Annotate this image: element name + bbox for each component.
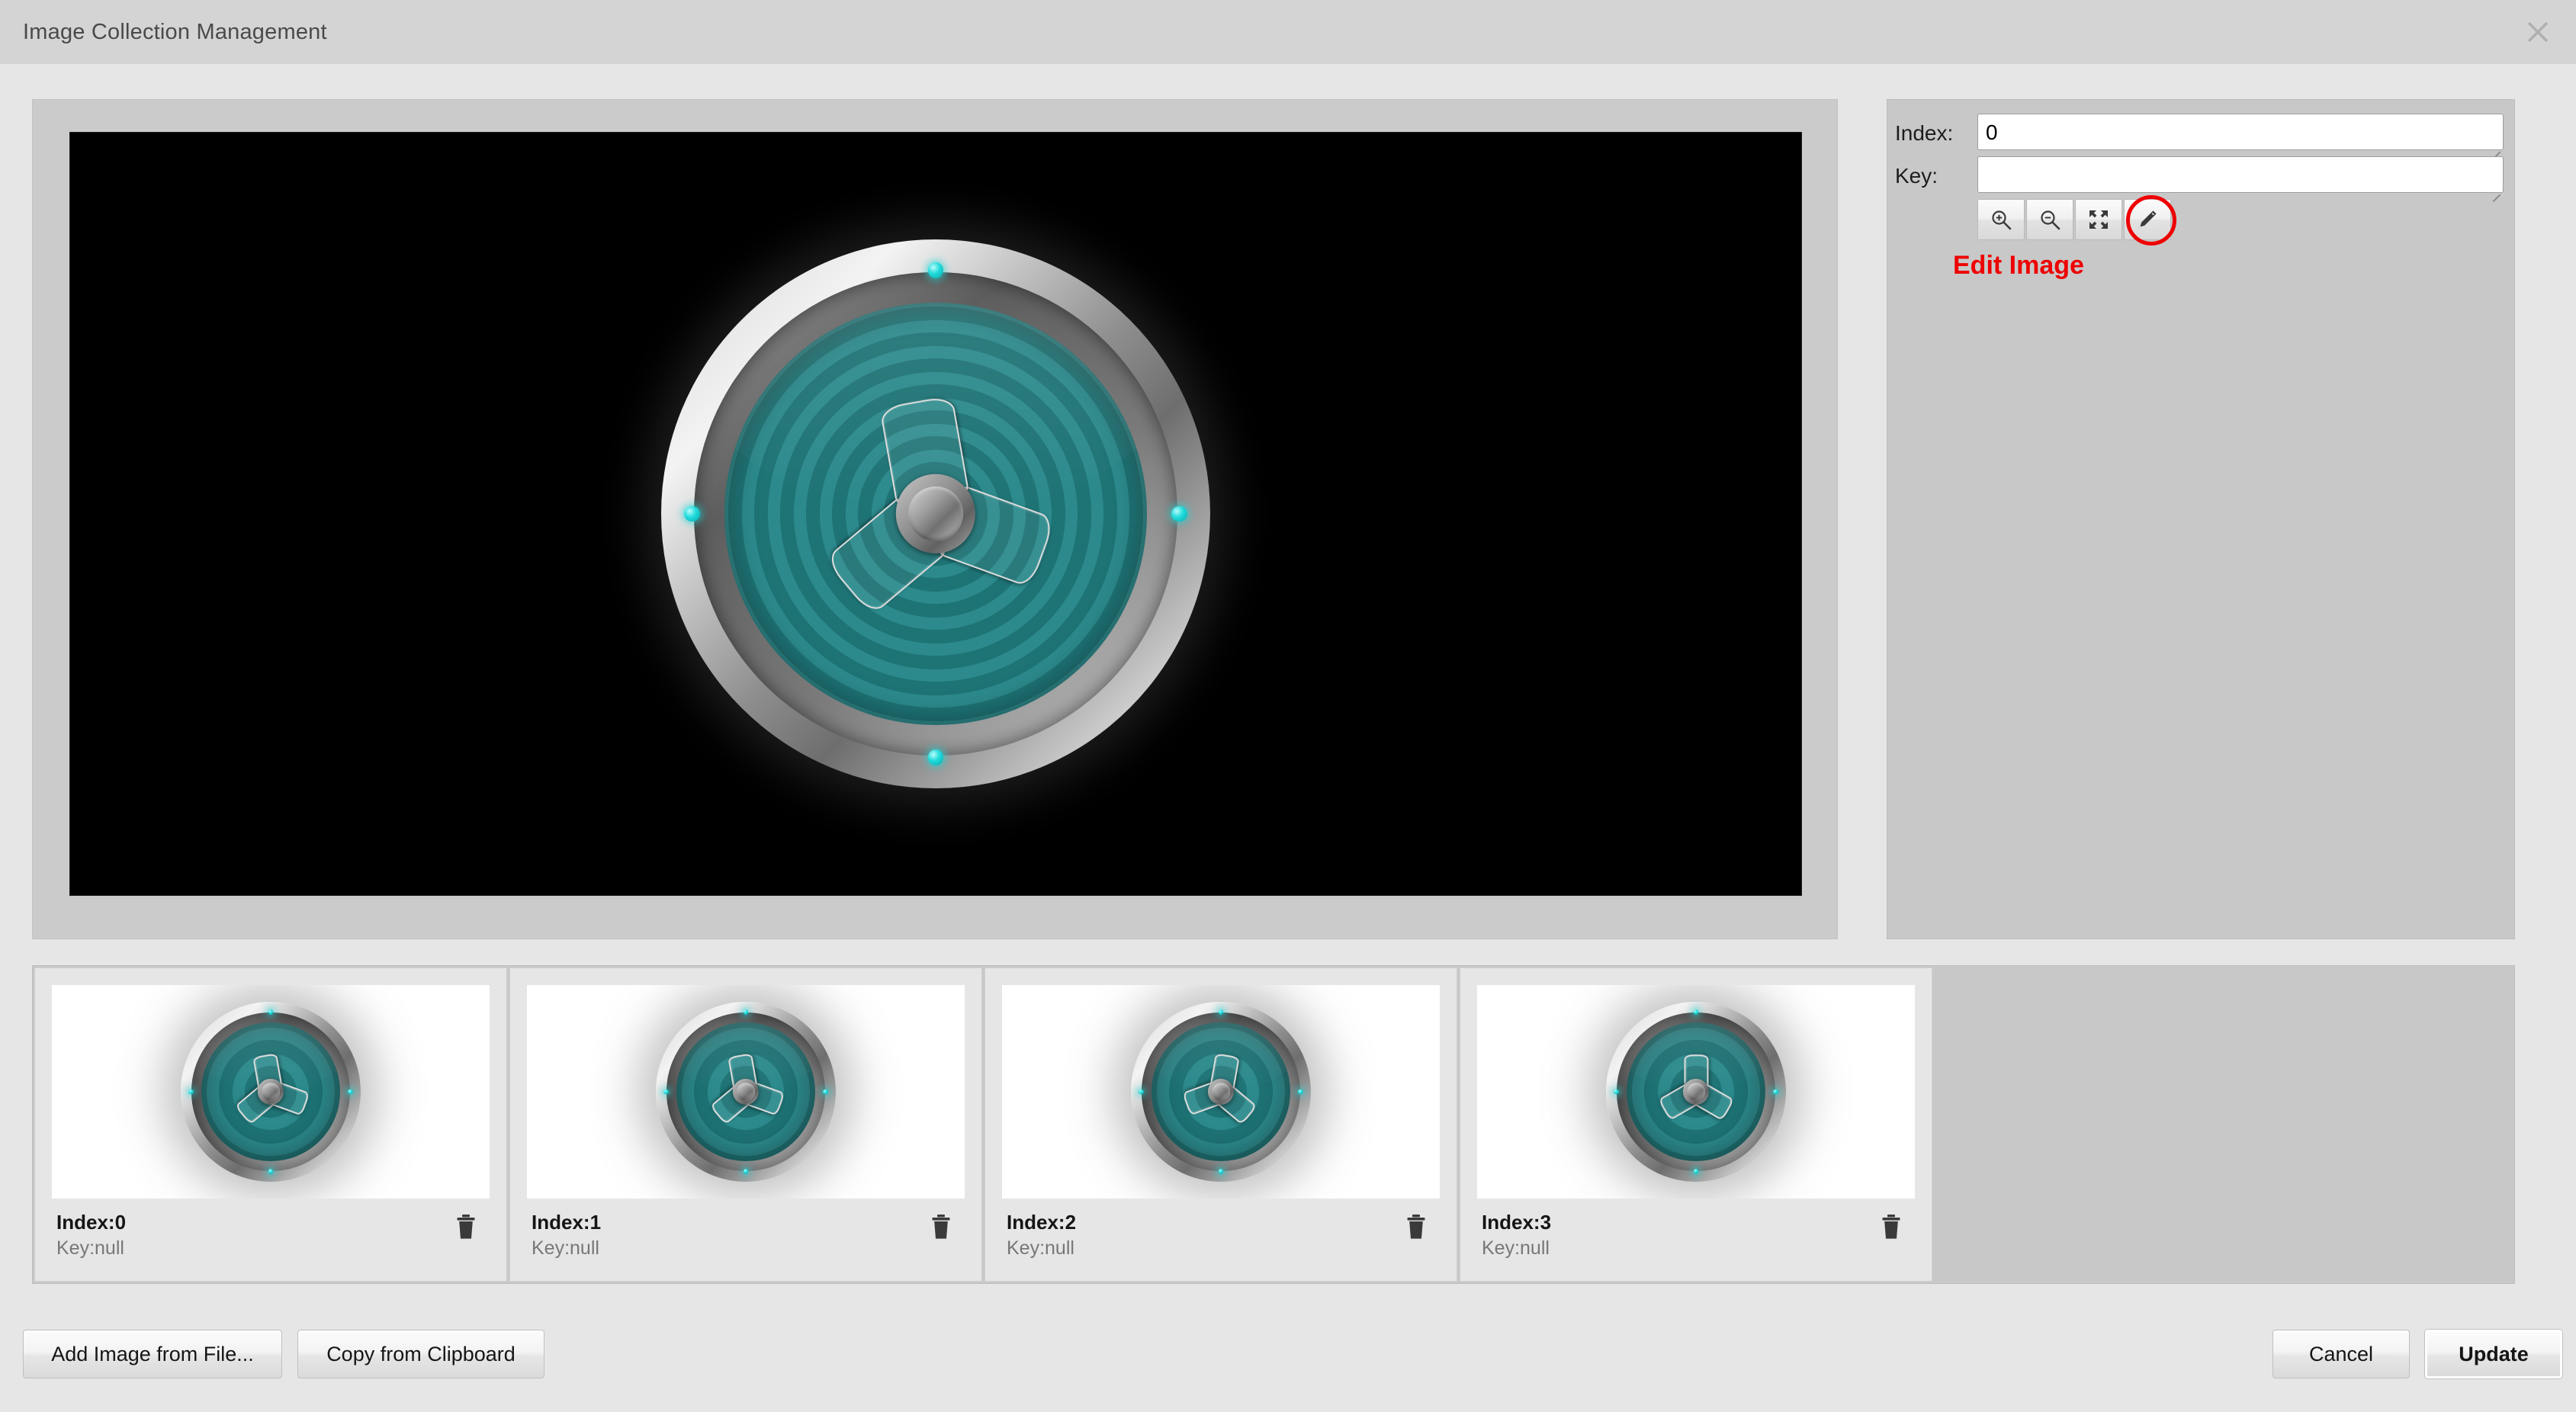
thumbnail-meta: Index:3 Key:null	[1482, 1209, 1913, 1261]
fan-hub-inner	[262, 1083, 280, 1101]
thumbnail-image	[181, 1002, 361, 1182]
fit-to-screen-button[interactable]	[2075, 199, 2122, 240]
thumbnail-image-area[interactable]	[52, 985, 490, 1199]
dialog-footer: Add Image from File... Copy from Clipboa…	[0, 1296, 2576, 1412]
close-icon	[2525, 19, 2551, 45]
fan-hub-inner	[737, 1083, 755, 1101]
close-button[interactable]	[2513, 8, 2562, 56]
dialog-body: Index: Key:	[0, 64, 2576, 1412]
thumbnail-card[interactable]: Index:3 Key:null	[1460, 968, 1932, 1282]
page-title: Image Collection Management	[23, 19, 327, 44]
thumbnail-key-label: Key:null	[532, 1237, 599, 1259]
update-button[interactable]: Update	[2425, 1330, 2562, 1378]
trash-icon	[930, 1214, 952, 1244]
led-indicator-top	[1218, 1009, 1224, 1015]
thumbnail-key-label: Key:null	[1482, 1237, 1550, 1259]
delete-thumbnail-button[interactable]	[923, 1211, 959, 1246]
key-input[interactable]	[1977, 156, 2504, 193]
fan-hub-inner	[1687, 1083, 1705, 1101]
led-indicator-left	[663, 1089, 669, 1095]
delete-thumbnail-button[interactable]	[1399, 1211, 1434, 1246]
thumbnail-strip-empty-area	[1935, 968, 2513, 1282]
preview-frame	[32, 99, 1838, 939]
trash-icon	[1405, 1214, 1428, 1244]
cancel-button[interactable]: Cancel	[2272, 1330, 2410, 1378]
key-row: Key:	[1895, 156, 2504, 197]
thumbnail-meta-text: Index:0 Key:null	[56, 1209, 448, 1261]
thumbnail-card[interactable]: Index:0 Key:null	[34, 968, 507, 1282]
fan-hub-inner	[908, 486, 963, 541]
thumbnail-meta: Index:0 Key:null	[56, 1209, 488, 1261]
copy-from-clipboard-button[interactable]: Copy from Clipboard	[297, 1330, 544, 1378]
trash-icon	[454, 1214, 477, 1244]
led-indicator-left	[1613, 1089, 1619, 1095]
thumbnail-index-label: Index:2	[1007, 1211, 1077, 1234]
properties-panel: Index: Key:	[1887, 99, 2515, 939]
led-indicator-top	[743, 1009, 749, 1015]
delete-thumbnail-button[interactable]	[448, 1211, 483, 1246]
window-title-bar: Image Collection Management	[0, 0, 2576, 64]
thumbnail-meta: Index:2 Key:null	[1007, 1209, 1438, 1261]
image-toolbar	[1977, 195, 2176, 245]
thumbnail-strip[interactable]: Index:0 Key:null Index:1 Key:null Index:…	[32, 965, 2515, 1284]
thumbnail-image-area[interactable]	[1002, 985, 1440, 1199]
thumbnail-meta-text: Index:2 Key:null	[1007, 1209, 1399, 1261]
key-label: Key:	[1895, 164, 1938, 188]
zoom-in-button[interactable]	[1977, 199, 2025, 240]
thumbnail-image	[656, 1002, 836, 1182]
thumbnail-image-area[interactable]	[1477, 985, 1915, 1199]
thumbnail-index-label: Index:3	[1482, 1211, 1552, 1234]
edit-pencil-icon	[2136, 208, 2159, 231]
zoom-in-icon	[1990, 208, 2012, 231]
add-image-from-file-button[interactable]: Add Image from File...	[23, 1330, 282, 1378]
zoom-out-icon	[2038, 208, 2061, 231]
thumbnail-index-label: Index:0	[56, 1211, 127, 1234]
thumbnail-key-label: Key:null	[1007, 1237, 1074, 1259]
preview-image	[661, 239, 1210, 788]
thumbnail-meta-text: Index:3 Key:null	[1482, 1209, 1874, 1261]
led-indicator-top	[1693, 1009, 1699, 1015]
index-label: Index:	[1895, 121, 1954, 145]
thumbnail-image	[1131, 1002, 1311, 1182]
thumbnail-card[interactable]: Index:2 Key:null	[984, 968, 1457, 1282]
thumbnail-card[interactable]: Index:1 Key:null	[509, 968, 982, 1282]
thumbnail-meta-text: Index:1 Key:null	[532, 1209, 923, 1261]
led-indicator-left	[1138, 1089, 1144, 1095]
led-indicator-bottom	[927, 749, 944, 765]
delete-thumbnail-button[interactable]	[1874, 1211, 1909, 1246]
led-indicator-right	[1171, 505, 1187, 522]
led-indicator-left	[188, 1089, 194, 1095]
trash-icon	[1880, 1214, 1903, 1244]
thumbnail-image-area[interactable]	[527, 985, 965, 1199]
fit-to-screen-icon	[2087, 208, 2110, 231]
thumbnail-image	[1606, 1002, 1786, 1182]
fan-hub-inner	[1212, 1083, 1230, 1101]
edit-image-annotation-label: Edit Image	[1953, 251, 2084, 280]
thumbnail-key-label: Key:null	[56, 1237, 124, 1259]
index-input[interactable]	[1977, 114, 2504, 150]
thumbnail-index-label: Index:1	[532, 1211, 602, 1234]
thumbnail-meta: Index:1 Key:null	[532, 1209, 963, 1261]
preview-canvas[interactable]	[69, 132, 1802, 896]
edit-image-button[interactable]	[2124, 195, 2176, 245]
index-row: Index:	[1895, 114, 2504, 154]
led-indicator-top	[268, 1009, 274, 1015]
zoom-out-button[interactable]	[2026, 199, 2073, 240]
